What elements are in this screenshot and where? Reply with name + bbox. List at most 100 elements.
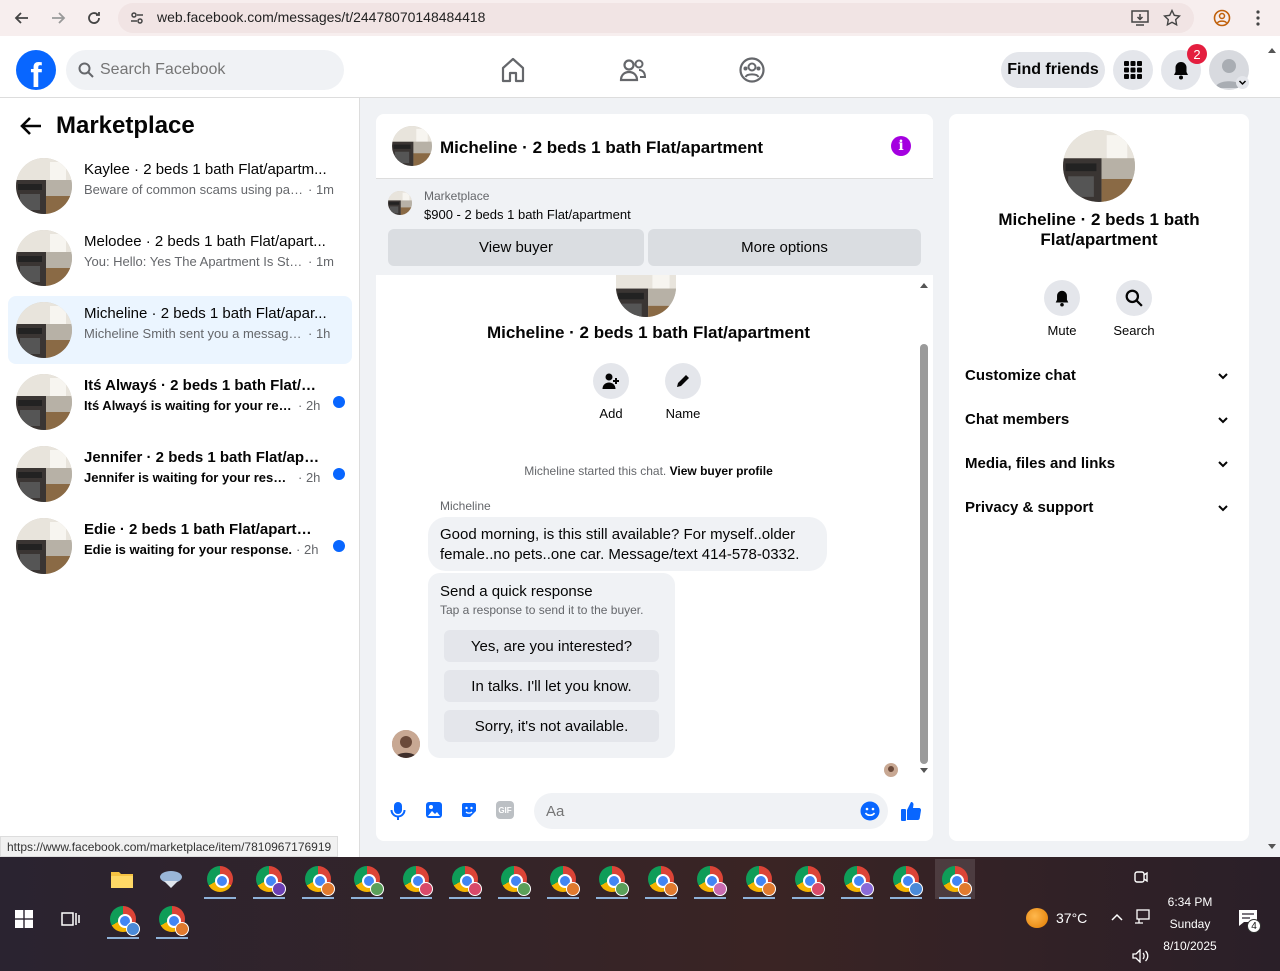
back-arrow-icon[interactable] [20, 116, 42, 136]
find-friends-button[interactable]: Find friends [1001, 52, 1105, 88]
emoji-icon[interactable] [860, 801, 880, 821]
quick-response-sorry-button[interactable]: Sorry, it's not available. [444, 710, 659, 742]
home-icon[interactable] [499, 56, 527, 84]
add-people-action[interactable]: Add [590, 363, 632, 421]
customize-chat-section[interactable]: Customize chat [965, 367, 1233, 395]
profile-icon[interactable] [1210, 6, 1234, 30]
clock[interactable]: 6:34 PM Sunday 8/10/2025 [1150, 891, 1230, 957]
app-icon[interactable] [151, 859, 191, 899]
profile-name: Micheline · 2 beds 1 bath Flat/apartment [486, 323, 811, 342]
view-buyer-button[interactable]: View buyer [388, 229, 644, 266]
notification-count-badge: 4 [1247, 919, 1261, 933]
windows-start-icon[interactable] [4, 899, 44, 939]
network-icon[interactable] [1134, 909, 1150, 925]
chat-avatar[interactable] [392, 126, 432, 166]
conversation-item[interactable]: Edie · 2 beds 1 bath Flat/apartme... Edi… [8, 512, 352, 580]
site-settings-icon[interactable] [125, 6, 149, 30]
chrome-profile-icon[interactable] [152, 899, 192, 939]
chrome-profile-icon[interactable] [739, 859, 779, 899]
chrome-profile-icon[interactable] [347, 859, 387, 899]
conversation-item[interactable]: Itś Alwayś · 2 beds 1 bath Flat/ap... It… [8, 368, 352, 436]
quick-response-talks-button[interactable]: In talks. I'll let you know. [444, 670, 659, 702]
groups-icon[interactable] [738, 56, 766, 84]
nickname-action[interactable]: Name [662, 363, 704, 421]
chrome-profile-icon[interactable] [788, 859, 828, 899]
chrome-profile-icon[interactable] [103, 899, 143, 939]
back-arrow-icon[interactable] [10, 6, 34, 30]
microphone-icon[interactable] [390, 801, 406, 821]
section-label: Chat members [965, 411, 1070, 428]
conversation-item[interactable]: Melodee · 2 beds 1 bath Flat/apart... Yo… [8, 224, 352, 292]
chat-started-text: Micheline started this chat. [524, 464, 667, 478]
install-app-icon[interactable] [1128, 6, 1152, 30]
chrome-profile-icon[interactable] [543, 859, 583, 899]
conversation-item-active[interactable]: Micheline · 2 beds 1 bath Flat/apar... M… [8, 296, 352, 364]
conversation-item[interactable]: Jennifer · 2 beds 1 bath Flat/apar... Je… [8, 440, 352, 508]
marketplace-conversations-panel: Marketplace Kaylee · 2 beds 1 bath Flat/… [0, 98, 360, 857]
url-text[interactable]: web.facebook.com/messages/t/244780701484… [157, 9, 485, 25]
chat-title[interactable]: Micheline · 2 beds 1 bath Flat/apartment [440, 138, 763, 158]
chat-members-section[interactable]: Chat members [965, 411, 1233, 439]
snippet-text: Itś Alwayś is waiting for your resp... [84, 398, 294, 413]
message-input-box[interactable] [534, 793, 888, 829]
chrome-icon[interactable] [200, 859, 240, 899]
facebook-logo[interactable]: f [16, 50, 56, 90]
chrome-profile-icon[interactable] [690, 859, 730, 899]
chrome-profile-icon[interactable] [592, 859, 632, 899]
sticker-icon[interactable] [460, 801, 478, 819]
thumbs-up-icon[interactable] [900, 800, 922, 822]
listing-price-title[interactable]: $900 - 2 beds 1 bath Flat/apartment [424, 207, 631, 222]
more-options-button[interactable]: More options [648, 229, 921, 266]
browser-menu-icon[interactable] [1246, 6, 1270, 30]
view-buyer-profile-link[interactable]: View buyer profile [670, 464, 773, 478]
search-input[interactable] [98, 50, 338, 90]
quick-response-yes-button[interactable]: Yes, are you interested? [444, 630, 659, 662]
conversation-snippet: Micheline Smith sent you a message a... ·… [84, 326, 334, 341]
search-box[interactable] [66, 50, 344, 90]
forward-arrow-icon[interactable] [46, 6, 70, 30]
page-scroll-up-arrow-icon[interactable] [1267, 46, 1277, 54]
info-avatar[interactable] [1063, 130, 1135, 202]
bookmark-star-icon[interactable] [1160, 6, 1184, 30]
privacy-support-section[interactable]: Privacy & support [965, 499, 1233, 527]
quick-response-title: Send a quick response [440, 583, 593, 600]
page-title: Marketplace [56, 112, 195, 139]
reload-icon[interactable] [82, 6, 106, 30]
sender-avatar[interactable] [392, 730, 420, 758]
task-view-icon[interactable] [51, 899, 91, 939]
chrome-profile-icon[interactable] [494, 859, 534, 899]
page-scroll-down-arrow-icon[interactable] [1267, 843, 1277, 851]
photo-icon[interactable] [425, 801, 443, 819]
search-action[interactable]: Search [1104, 280, 1164, 338]
chat-scrollbar[interactable] [919, 280, 929, 775]
message-input[interactable] [544, 793, 844, 829]
info-icon[interactable]: i [891, 136, 911, 156]
weather-temperature[interactable]: 37°C [1056, 910, 1087, 926]
media-files-links-section[interactable]: Media, files and links [965, 455, 1233, 483]
show-hidden-icons-chevron-up-icon[interactable] [1111, 912, 1123, 922]
account-chevron-down-icon[interactable] [1236, 76, 1249, 89]
weather-icon[interactable] [1026, 908, 1048, 928]
menu-grid-icon[interactable] [1113, 50, 1153, 90]
meet-now-icon[interactable] [1134, 869, 1148, 885]
chrome-profile-icon[interactable] [886, 859, 926, 899]
chrome-profile-icon[interactable] [298, 859, 338, 899]
friends-icon[interactable] [619, 56, 647, 84]
volume-icon[interactable] [1132, 949, 1150, 963]
conversation-snippet: Jennifer is waiting for your respon... · … [84, 470, 334, 485]
gif-icon[interactable]: GIF [496, 801, 514, 819]
message-bubble[interactable]: Good morning, is this still available? F… [428, 517, 827, 571]
chrome-profile-icon[interactable] [445, 859, 485, 899]
conversation-item[interactable]: Kaylee · 2 beds 1 bath Flat/apartm... Be… [8, 152, 352, 220]
chrome-profile-icon[interactable] [249, 859, 289, 899]
message-thread: Micheline · 2 beds 1 bath Flat/apartment… [376, 275, 916, 780]
chrome-profile-icon[interactable] [837, 859, 877, 899]
snippet-text: Jennifer is waiting for your respon... [84, 470, 294, 485]
listing-thumbnail[interactable] [388, 191, 412, 215]
unread-dot [333, 540, 345, 552]
chrome-profile-icon[interactable] [396, 859, 436, 899]
chrome-profile-icon[interactable] [641, 859, 681, 899]
chrome-profile-icon-active[interactable] [935, 859, 975, 899]
mute-action[interactable]: Mute [1032, 280, 1092, 338]
file-explorer-icon[interactable] [102, 859, 142, 899]
